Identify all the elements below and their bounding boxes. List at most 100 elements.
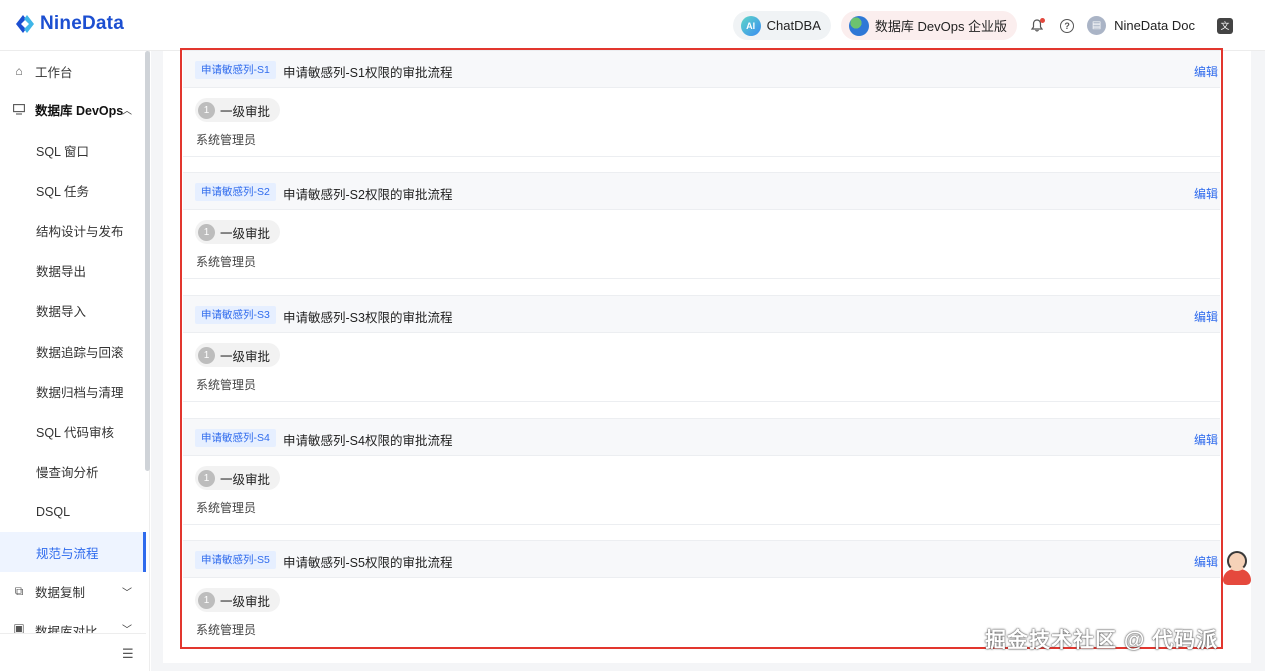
sidebar-item-label: 数据归档与清理 <box>36 385 124 400</box>
home-icon: ⌂ <box>15 64 23 78</box>
sidebar-item-data-tracking[interactable]: 数据追踪与回滚 <box>0 331 146 371</box>
chatdba-button[interactable]: AI ChatDBA <box>732 11 831 40</box>
divider <box>183 401 1220 402</box>
card-header: 申请敏感列-S1 申请敏感列-S1权限的审批流程 编辑 <box>183 50 1220 88</box>
sidebar-item-dsql[interactable]: DSQL <box>0 492 146 532</box>
approver-role: 系统管理员 <box>196 133 257 147</box>
divider <box>183 278 1220 279</box>
divider <box>183 524 1220 525</box>
devops-edition-button[interactable]: 数据库 DevOps 企业版 <box>840 11 1018 40</box>
sidebar-item-data-replication[interactable]: ⧉ 数据复制 ﹀ <box>0 571 146 611</box>
assistant-head <box>1227 551 1247 571</box>
card-header: 申请敏感列-S5 申请敏感列-S5权限的审批流程 编辑 <box>183 540 1220 578</box>
edit-link[interactable]: 编辑 <box>1194 553 1218 570</box>
divider <box>183 156 1220 157</box>
flow-title: 申请敏感列-S1权限的审批流程 <box>283 66 453 80</box>
edit-link[interactable]: 编辑 <box>1194 431 1218 448</box>
user-name: NineData Doc <box>1114 18 1195 33</box>
edit-link[interactable]: 编辑 <box>1194 63 1218 80</box>
monitor-icon <box>12 102 26 116</box>
sidebar-item-slow-query[interactable]: 慢查询分析 <box>0 451 146 491</box>
approval-step: 1 一级审批 <box>195 220 281 244</box>
flow-title: 申请敏感列-S4权限的审批流程 <box>283 434 453 448</box>
sensitive-level-tag: 申请敏感列-S1 <box>195 61 276 79</box>
sidebar-item-label: SQL 代码审核 <box>36 425 115 440</box>
sensitive-level-tag: 申请敏感列-S2 <box>195 183 276 201</box>
step-label: 一级审批 <box>220 349 271 364</box>
card-header: 申请敏感列-S4 申请敏感列-S4权限的审批流程 编辑 <box>183 418 1220 456</box>
chatdba-label: ChatDBA <box>766 18 821 33</box>
chevron-down-icon: ﹀ <box>122 587 132 599</box>
ai-icon: AI <box>740 15 761 36</box>
step-number: 1 <box>198 591 215 609</box>
sidebar-item-database-compare[interactable]: ▣ 数据库对比 ﹀ <box>0 611 146 633</box>
sidebar-item-label: 数据导出 <box>36 264 87 279</box>
language-switch-icon[interactable]: 文 <box>1217 17 1233 34</box>
step-number: 1 <box>198 469 215 487</box>
watermark: 掘金技术社区 @ 代码派 <box>985 629 1219 652</box>
user-menu[interactable]: ▤ NineData Doc <box>1087 16 1195 35</box>
copy-icon: ⧉ <box>14 583 24 598</box>
step-number: 1 <box>198 223 215 241</box>
devops-edition-label: 数据库 DevOps 企业版 <box>874 19 1008 34</box>
edit-link[interactable]: 编辑 <box>1194 185 1218 202</box>
sidebar-item-label: 数据复制 <box>35 585 86 600</box>
chevron-down-icon: ﹀ <box>122 625 132 633</box>
collapse-sidebar-icon[interactable]: ☰ <box>122 647 136 660</box>
notification-dot <box>1040 17 1046 23</box>
sidebar-item-label: 数据库对比 <box>35 625 98 633</box>
sidebar-item-label: 结构设计与发布 <box>36 224 124 239</box>
sidebar-item-label: 慢查询分析 <box>36 465 99 480</box>
sidebar-item-schema-design[interactable]: 结构设计与发布 <box>0 210 146 250</box>
sidebar-item-data-import[interactable]: 数据导入 <box>0 290 146 330</box>
sidebar-item-database-devops[interactable]: 数据库 DevOps ︿ <box>0 89 146 129</box>
approval-flow-card: 申请敏感列-S2 申请敏感列-S2权限的审批流程 编辑 1 一级审批 系统管理员 <box>183 172 1220 280</box>
compare-icon: ▣ <box>13 621 25 633</box>
approval-step: 1 一级审批 <box>195 466 281 490</box>
sidebar-item-label: 规范与流程 <box>36 546 99 561</box>
flow-title: 申请敏感列-S5权限的审批流程 <box>283 556 453 570</box>
sidebar-scrollbar[interactable] <box>145 51 150 471</box>
approver-role: 系统管理员 <box>196 378 257 392</box>
sidebar-item-label: 数据库 DevOps <box>35 103 124 118</box>
sidebar-item-data-archive[interactable]: 数据归档与清理 <box>0 371 146 411</box>
step-label: 一级审批 <box>220 226 271 241</box>
sidebar-item-sql-window[interactable]: SQL 窗口 <box>0 130 146 170</box>
step-label: 一级审批 <box>220 472 271 487</box>
step-label: 一级审批 <box>220 594 271 609</box>
sidebar-item-data-export[interactable]: 数据导出 <box>0 250 146 290</box>
flow-title: 申请敏感列-S3权限的审批流程 <box>283 311 453 325</box>
step-label: 一级审批 <box>220 104 271 119</box>
sidebar: ⌂ 工作台 数据库 DevOps ︿ SQL 窗口 SQL 任务 结构设计与发布… <box>0 51 150 671</box>
approval-step: 1 一级审批 <box>195 98 281 122</box>
approval-step: 1 一级审批 <box>195 588 281 612</box>
step-number: 1 <box>198 346 215 364</box>
sidebar-item-label: 工作台 <box>35 65 73 80</box>
sidebar-item-sql-task[interactable]: SQL 任务 <box>0 170 146 210</box>
sidebar-item-sql-review[interactable]: SQL 代码审核 <box>0 411 146 451</box>
brand-logo[interactable]: NineData <box>14 13 124 35</box>
sidebar-item-standards-flow[interactable]: 规范与流程 <box>0 532 146 572</box>
edit-link[interactable]: 编辑 <box>1194 308 1218 325</box>
header-actions: AI ChatDBA 数据库 DevOps 企业版 ? ▤ NineData D… <box>732 11 1233 40</box>
step-number: 1 <box>198 101 215 119</box>
approver-role: 系统管理员 <box>196 623 257 637</box>
chevron-up-icon: ︿ <box>122 105 132 117</box>
sensitive-level-tag: 申请敏感列-S3 <box>195 306 276 324</box>
assistant-avatar-icon[interactable] <box>1222 549 1252 587</box>
avatar-icon: ▤ <box>1087 16 1107 35</box>
ninedata-logo-icon <box>16 15 34 33</box>
sidebar-item-workbench[interactable]: ⌂ 工作台 <box>0 51 146 91</box>
top-header: NineData AI ChatDBA 数据库 DevOps 企业版 ? ▤ N… <box>0 0 1265 51</box>
assistant-body <box>1223 569 1251 585</box>
card-header: 申请敏感列-S2 申请敏感列-S2权限的审批流程 编辑 <box>183 172 1220 210</box>
flow-title: 申请敏感列-S2权限的审批流程 <box>283 188 453 202</box>
notification-bell-icon[interactable] <box>1027 16 1047 36</box>
sidebar-item-label: SQL 任务 <box>36 184 90 199</box>
approval-flow-card: 申请敏感列-S4 申请敏感列-S4权限的审批流程 编辑 1 一级审批 系统管理员 <box>183 418 1220 526</box>
approver-role: 系统管理员 <box>196 501 257 515</box>
help-button[interactable]: ? <box>1057 16 1077 36</box>
sensitive-level-tag: 申请敏感列-S4 <box>195 429 276 447</box>
approval-step: 1 一级审批 <box>195 343 281 367</box>
approval-flow-card: 申请敏感列-S1 申请敏感列-S1权限的审批流程 编辑 1 一级审批 系统管理员 <box>183 50 1220 158</box>
